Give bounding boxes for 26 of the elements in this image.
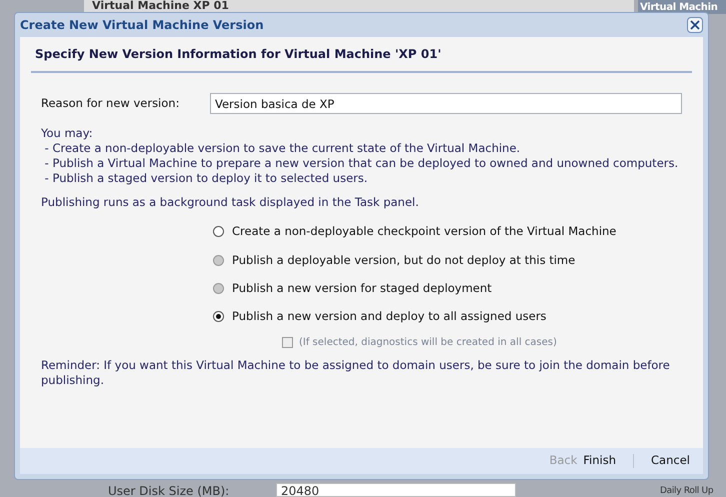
radio-button[interactable]: [213, 226, 224, 238]
info-text: - Publish a staged version to deploy it to selected users.: [44, 171, 369, 186]
field-label: Reason for new version:: [41, 94, 180, 112]
option-label: Create a non-deployable checkpoint version of the Virtual Machine: [232, 223, 616, 240]
info-text: You may:: [41, 126, 94, 141]
dialog-button: Back: [546, 452, 580, 470]
field-label: User Disk Size (MB):: [108, 485, 230, 497]
radio-button[interactable]: [213, 311, 224, 322]
info-text: Publishing runs as a background task displayed in the Task panel.: [41, 194, 420, 211]
info-text: - Create a non-deployable version to save the current state of the Virtual Machine.: [44, 141, 522, 156]
option-label: Publish a deployable version, but do not deploy at this time: [232, 252, 576, 268]
disk-size-field[interactable]: 20480: [276, 483, 516, 497]
section-heading: Specify New Version Information for Virtual Machine 'XP 01': [34, 46, 442, 63]
reason-field[interactable]: Version basica de XP: [210, 93, 682, 114]
checkbox-label: (If selected, diagnostics will be created in all cases): [299, 336, 557, 350]
close-icon: [690, 20, 700, 30]
panel-item[interactable]: Daily Roll Up: [660, 485, 714, 497]
reminder-text: Reminder: If you want this Virtual Machine to be assigned to domain users, be sure to join the domain before publishing.: [41, 358, 671, 388]
dialog-title: Create New Virtual Machine Version: [20, 17, 264, 34]
option-label: Publish a new version and deploy to all assigned users: [232, 308, 546, 325]
dialog-button[interactable]: Finish: [580, 452, 620, 470]
page-title: Virtual Machine XP 01: [84, 0, 634, 12]
dialog-button[interactable]: Cancel: [648, 452, 693, 470]
close-button[interactable]: [687, 17, 703, 33]
option-label: Publish a new version for staged deployment: [232, 280, 492, 297]
info-text: - Publish a Virtual Machine to prepare a new version that can be deployed to owned and unowned computers.: [44, 156, 680, 171]
